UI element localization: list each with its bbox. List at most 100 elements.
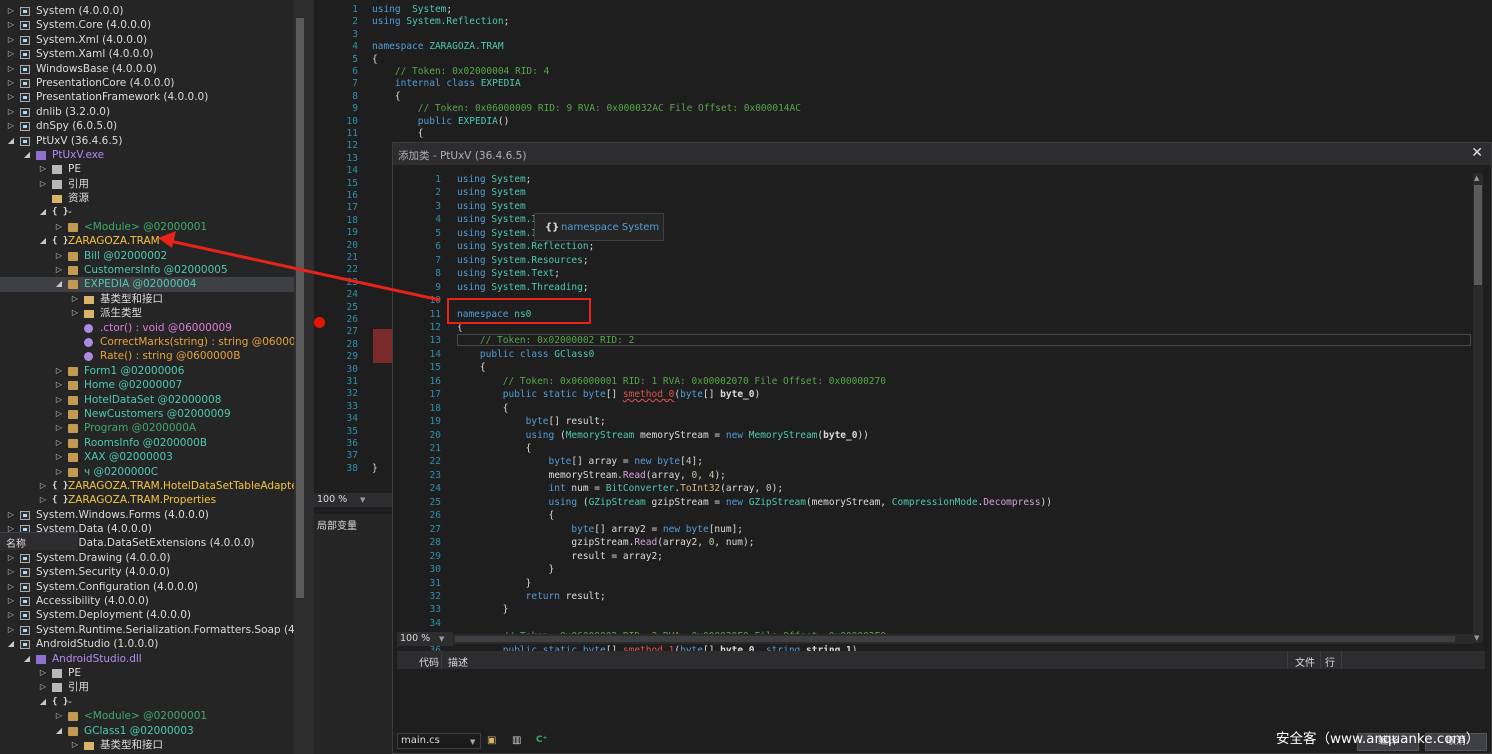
tree-node[interactable]: ▷ PresentationFramework (4.0.0.0) [0,90,294,104]
tree-node[interactable]: ◢ { } - [0,205,294,219]
dialog-horizontal-scrollbar[interactable] [453,634,1473,644]
expand-arrow-icon[interactable]: ▷ [6,62,16,76]
tree-node[interactable]: ◢ PtUxV (36.4.6.5) [0,134,294,148]
expand-arrow-icon[interactable]: ▷ [6,608,16,622]
collapse-arrow-icon[interactable]: ◢ [38,234,48,248]
collapse-arrow-icon[interactable]: ◢ [6,134,16,148]
expand-arrow-icon[interactable]: ▷ [54,709,64,723]
error-col-file[interactable]: 文件 [1295,654,1315,669]
tree-node[interactable]: ▷ NewCustomers @02000009 [0,407,294,421]
tree-scrollbar[interactable] [294,0,306,754]
collapse-arrow-icon[interactable]: ◢ [38,695,48,709]
tree-node[interactable]: ▷ PresentationCore (4.0.0.0) [0,76,294,90]
tree-node[interactable]: ▷ 引用 [0,680,294,694]
locals-column-header[interactable]: 名称 [0,532,78,550]
dialog-zoom-select[interactable]: 100 % ▼ [397,632,453,646]
expand-arrow-icon[interactable]: ▷ [54,364,64,378]
close-icon[interactable]: ✕ [1471,145,1483,161]
tree-node[interactable]: ▷ Form1 @02000006 [0,364,294,378]
references-icon[interactable]: ▥ [512,735,524,747]
expand-arrow-icon[interactable]: ▷ [6,565,16,579]
expand-arrow-icon[interactable]: ▷ [6,90,16,104]
dialog-scroll-thumb[interactable] [1474,185,1482,285]
expand-arrow-icon[interactable]: ▷ [6,33,16,47]
tree-node[interactable]: ▷ System.Security (4.0.0.0) [0,565,294,579]
expand-arrow-icon[interactable]: ▷ [54,450,64,464]
expand-arrow-icon[interactable]: ▷ [6,508,16,522]
expand-arrow-icon[interactable]: ▷ [54,393,64,407]
expand-arrow-icon[interactable]: ▷ [38,680,48,694]
expand-arrow-icon[interactable]: ▷ [70,292,80,306]
error-col-code[interactable]: 代码 [419,654,439,669]
tree-node[interactable]: ▷ PE [0,162,294,176]
tree-node[interactable]: Rate() : string @0600000B [0,349,294,363]
expand-arrow-icon[interactable]: ▷ [38,162,48,176]
expand-arrow-icon[interactable]: ▷ [54,407,64,421]
expand-arrow-icon[interactable]: ▷ [6,580,16,594]
tree-node[interactable]: ▷ 派生类型 [0,306,294,320]
expand-arrow-icon[interactable]: ▷ [38,177,48,191]
expand-arrow-icon[interactable]: ▷ [6,119,16,133]
tree-node[interactable]: ◢ AndroidStudio.dll [0,652,294,666]
tree-node[interactable]: ▷ 基类型和接口 [0,738,294,752]
expand-arrow-icon[interactable]: ▷ [54,263,64,277]
column-divider[interactable] [1341,651,1342,669]
tree-node[interactable]: ▷ Accessibility (4.0.0.0) [0,594,294,608]
splitter[interactable] [306,0,314,754]
file-select[interactable]: main.cs ▼ [397,733,481,749]
tree-node[interactable]: ▷ Home @02000007 [0,378,294,392]
expand-arrow-icon[interactable]: ▷ [6,18,16,32]
collapse-arrow-icon[interactable]: ◢ [54,277,64,291]
tree-node[interactable]: ▷ System.Runtime.Serialization.Formatters… [0,623,306,637]
tree-node[interactable]: ▷ 基类型和接口 [0,292,294,306]
tree-node[interactable]: ▷ dnSpy (6.0.5.0) [0,119,294,133]
tree-node[interactable]: ▷ System.Xml (4.0.0.0) [0,33,294,47]
dialog-code-editor[interactable]: 1 using System; 2 using System 3 using System… [397,171,1485,656]
dialog-vertical-scrollbar[interactable]: ▲ ▼ [1473,173,1483,643]
tree-node[interactable]: ▷ ч @0200000C [0,465,294,479]
error-col-desc[interactable]: 描述 [448,654,468,669]
expand-arrow-icon[interactable]: ▷ [6,4,16,18]
tree-node[interactable]: ▷ WindowsBase (4.0.0.0) [0,62,294,76]
error-col-line[interactable]: 行 [1325,654,1335,669]
expand-arrow-icon[interactable]: ▷ [54,378,64,392]
expand-arrow-icon[interactable]: ▷ [6,47,16,61]
tree-node[interactable]: ▷ <Module> @02000001 [0,709,294,723]
tree-node[interactable]: ▷ { } ZARAGOZA.TRAM.Properties [0,493,294,507]
expand-arrow-icon[interactable]: ▷ [6,594,16,608]
column-divider[interactable] [441,651,442,669]
collapse-arrow-icon[interactable]: ◢ [6,637,16,651]
tree-node[interactable]: ▷ RoomsInfo @0200000B [0,436,294,450]
tree-node[interactable]: ▷ XAX @02000003 [0,450,294,464]
expand-arrow-icon[interactable]: ▷ [38,666,48,680]
expand-arrow-icon[interactable]: ▷ [54,249,64,263]
tree-node[interactable]: ◢ GClass1 @02000003 [0,724,294,738]
breakpoint-icon[interactable] [314,317,325,328]
tree-node[interactable]: ▷ System.Xaml (4.0.0.0) [0,47,294,61]
tree-node[interactable]: ▷ { } ZARAGOZA.TRAM.HotelDataSetTableAdapt… [0,479,306,493]
expand-arrow-icon[interactable]: ▷ [6,623,16,637]
bg-zoom-select[interactable]: 100 % ▼ [314,493,392,507]
expand-arrow-icon[interactable]: ▷ [70,738,80,752]
tree-node[interactable]: ◢ AndroidStudio (1.0.0.0) [0,637,294,651]
collapse-arrow-icon[interactable]: ◢ [22,148,32,162]
tree-node[interactable]: ◢ PtUxV.exe [0,148,294,162]
dialog-titlebar[interactable]: 添加类 - PtUxV (36.4.6.5) ✕ [393,143,1491,165]
expand-arrow-icon[interactable]: ▷ [54,436,64,450]
tree-node[interactable]: ▷ System.Deployment (4.0.0.0) [0,608,294,622]
tree-node[interactable]: ◢ { } ZARAGOZA.TRAM [0,234,294,248]
collapse-arrow-icon[interactable]: ◢ [54,724,64,738]
expand-arrow-icon[interactable]: ▷ [54,421,64,435]
column-divider[interactable] [1287,651,1288,669]
tree-node[interactable]: ▷ System.Drawing (4.0.0.0) [0,551,294,565]
dialog-hscroll-thumb[interactable] [455,636,1455,642]
tree-node[interactable]: ▷ System.Core (4.0.0.0) [0,18,294,32]
tree-node[interactable]: 资源 [0,191,294,205]
tree-node[interactable]: ▷ PE [0,666,294,680]
tree-node[interactable]: ◢ { } - [0,695,294,709]
tree-scroll-thumb[interactable] [296,18,304,598]
tree-node[interactable]: ▷ CustomersInfo @02000005 [0,263,294,277]
expand-arrow-icon[interactable]: ▷ [38,493,48,507]
expand-arrow-icon[interactable]: ▷ [6,76,16,90]
collapse-arrow-icon[interactable]: ◢ [38,205,48,219]
